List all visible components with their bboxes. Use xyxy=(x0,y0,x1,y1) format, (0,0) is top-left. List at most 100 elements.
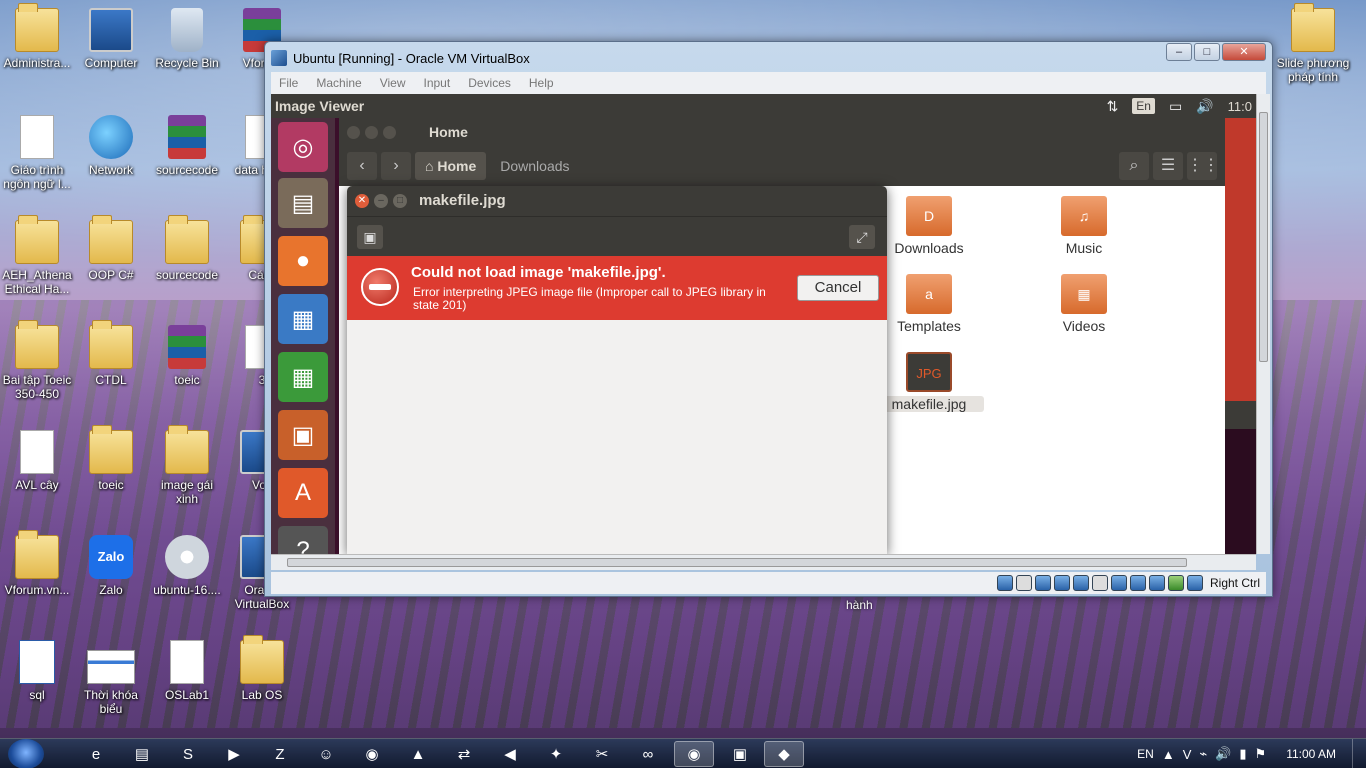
start-button[interactable] xyxy=(8,739,44,768)
firefox-icon[interactable]: ● xyxy=(278,236,328,286)
shared-folder-icon[interactable] xyxy=(1091,575,1108,591)
keyboard-language-indicator[interactable]: En xyxy=(1132,98,1155,114)
media-player-icon[interactable]: ▶ xyxy=(214,741,254,767)
menu-input[interactable]: Input xyxy=(424,76,451,90)
menu-view[interactable]: View xyxy=(380,76,406,90)
horizontal-scrollbar[interactable] xyxy=(271,554,1256,570)
desktop-icon-recycle-bin[interactable]: Recycle Bin xyxy=(150,8,224,70)
vbox-titlebar[interactable]: Ubuntu [Running] - Oracle VM VirtualBox xyxy=(271,47,1272,69)
vertical-scroll-thumb[interactable] xyxy=(1259,112,1268,362)
desktop-icon-slide-phuong-phap-tinh[interactable]: Slide phương pháp tính xyxy=(1276,3,1350,84)
menu-help[interactable]: Help xyxy=(529,76,554,90)
desktop-icon-vforum[interactable]: Vforum.vn... xyxy=(0,530,74,597)
chrome-active-icon[interactable]: ◉ xyxy=(674,741,714,767)
presentation-icon[interactable]: ▣ xyxy=(720,741,760,767)
show-desktop-button[interactable] xyxy=(1352,739,1366,768)
skype-icon[interactable]: S xyxy=(168,741,208,767)
menu-devices[interactable]: Devices xyxy=(468,76,511,90)
network-app-icon[interactable]: ✦ xyxy=(536,741,576,767)
taskbar-clock[interactable]: 11:00 AM xyxy=(1286,747,1336,761)
keyboard-capture-icon[interactable] xyxy=(1186,575,1203,591)
breadcrumb-downloads[interactable]: Downloads xyxy=(490,152,579,180)
menu-file[interactable]: File xyxy=(279,76,298,90)
desktop-icon-toeic-rar[interactable]: toeic xyxy=(150,325,224,387)
wifi-signal-icon[interactable]: ▮ xyxy=(1239,746,1246,762)
file-videos[interactable]: ▦ Videos xyxy=(1029,274,1139,334)
minimize-icon[interactable]: – xyxy=(374,194,388,208)
cpu-icon[interactable] xyxy=(1148,575,1165,591)
file-templates[interactable]: a Templates xyxy=(874,274,984,334)
grid-view-icon[interactable]: ⋮⋮ xyxy=(1187,152,1219,180)
breadcrumb-home[interactable]: ⌂ Home xyxy=(415,152,487,180)
battery-icon[interactable]: ▭ xyxy=(1169,98,1182,115)
desktop-icon-sql[interactable]: sql xyxy=(0,640,74,702)
vertical-scrollbar[interactable] xyxy=(1256,94,1270,554)
antivirus-icon[interactable]: V xyxy=(1183,747,1192,762)
video-capture-icon[interactable] xyxy=(1129,575,1146,591)
panel-clock[interactable]: 11:0 xyxy=(1228,99,1252,114)
desktop-icon-oslab1[interactable]: OSLab1 xyxy=(150,640,224,702)
maximize-icon[interactable]: □ xyxy=(393,194,407,208)
network-adapter-icon[interactable] xyxy=(1053,575,1070,591)
usb-icon[interactable] xyxy=(1072,575,1089,591)
files-maximize-button[interactable] xyxy=(383,126,396,139)
desktop-icon-computer[interactable]: Computer xyxy=(74,8,148,70)
gallery-icon[interactable]: ▣ xyxy=(357,225,383,249)
minimize-button[interactable]: – xyxy=(1166,43,1192,61)
desktop-icon-bai-tap-toeic[interactable]: Bai tập Toeic 350-450 xyxy=(0,320,74,401)
desktop-icon-ubuntu-iso[interactable]: ubuntu-16.... xyxy=(150,535,224,597)
action-center-icon[interactable]: ⚑ xyxy=(1255,746,1267,762)
files-close-button[interactable] xyxy=(347,126,360,139)
explorer-icon[interactable]: ▤ xyxy=(122,741,162,767)
hard-disk-icon[interactable] xyxy=(996,575,1013,591)
visual-studio-icon[interactable]: ∞ xyxy=(628,741,668,767)
show-hidden-icons-icon[interactable]: ▲ xyxy=(1162,747,1175,762)
network-updown-icon[interactable]: ⇅ xyxy=(1107,98,1119,115)
close-icon[interactable]: ✕ xyxy=(355,194,369,208)
desktop-icon-giao-trinh[interactable]: Giáo trình ngôn ngữ l... xyxy=(0,115,74,191)
guest-display[interactable]: Image Viewer ⇅ En ▭ 🔊 11:0 ◎ ▤ ● ▦ ▦ ▣ A… xyxy=(271,94,1256,554)
menu-machine[interactable]: Machine xyxy=(316,76,361,90)
image-viewer-titlebar[interactable]: ✕ – □ makefile.jpg xyxy=(347,186,887,216)
libreoffice-writer-icon[interactable]: ▦ xyxy=(278,294,328,344)
forward-button[interactable]: › xyxy=(381,152,411,180)
power-icon[interactable]: ⌁ xyxy=(1199,746,1207,762)
search-icon[interactable]: ⌕ xyxy=(1119,152,1149,180)
snipping-tool-icon[interactable]: ✂ xyxy=(582,741,622,767)
desktop-icon-oop[interactable]: OOP C# xyxy=(74,215,148,282)
ubuntu-dash-icon[interactable]: ◎ xyxy=(278,122,328,172)
zalo-taskbar-icon[interactable]: Z xyxy=(260,741,300,767)
desktop-icon-zalo[interactable]: Zalo Zalo xyxy=(74,535,148,597)
file-makefile-jpg[interactable]: JPG makefile.jpg xyxy=(874,352,984,412)
fullscreen-icon[interactable]: ⤢ xyxy=(849,225,875,249)
file-downloads[interactable]: D Downloads xyxy=(874,196,984,256)
files-minimize-button[interactable] xyxy=(365,126,378,139)
files-icon[interactable]: ▤ xyxy=(278,178,328,228)
list-view-icon[interactable]: ☰ xyxy=(1153,152,1183,180)
desktop-icon-sourcecode-rar[interactable]: sourcecode xyxy=(150,115,224,177)
back-button[interactable]: ‹ xyxy=(347,152,377,180)
desktop-icon-avl-cay[interactable]: AVL cây xyxy=(0,430,74,492)
maximize-button[interactable]: □ xyxy=(1194,43,1220,61)
volume-tray-icon[interactable]: 🔊 xyxy=(1215,746,1231,762)
teamviewer-icon[interactable]: ⇄ xyxy=(444,741,484,767)
optical-drive-icon[interactable] xyxy=(1015,575,1032,591)
desktop-icon-network[interactable]: Network xyxy=(74,115,148,177)
language-indicator[interactable]: EN xyxy=(1137,747,1154,761)
mouse-integration-icon[interactable] xyxy=(1167,575,1184,591)
file-music[interactable]: ♫ Music xyxy=(1029,196,1139,256)
audio-app-icon[interactable]: ◀ xyxy=(490,741,530,767)
desktop-icon-sourcecode-folder[interactable]: sourcecode xyxy=(150,215,224,282)
audio-icon[interactable] xyxy=(1034,575,1051,591)
ubuntu-software-icon[interactable]: A xyxy=(278,468,328,518)
libreoffice-calc-icon[interactable]: ▦ xyxy=(278,352,328,402)
users-icon[interactable]: ☺ xyxy=(306,741,346,767)
desktop-icon-image-gai-xinh[interactable]: image gái xinh xyxy=(150,425,224,506)
vlc-icon[interactable]: ▲ xyxy=(398,741,438,767)
desktop-icon-lab-os[interactable]: Lab OS xyxy=(225,635,299,702)
display-icon[interactable] xyxy=(1110,575,1127,591)
desktop-icon-administrator[interactable]: Administra... xyxy=(0,3,74,70)
desktop-icon-aeh-athena[interactable]: AEH_Athena Ethical Ha... xyxy=(0,215,74,296)
cancel-button[interactable]: Cancel xyxy=(797,275,879,301)
horizontal-scroll-thumb[interactable] xyxy=(287,558,1187,567)
